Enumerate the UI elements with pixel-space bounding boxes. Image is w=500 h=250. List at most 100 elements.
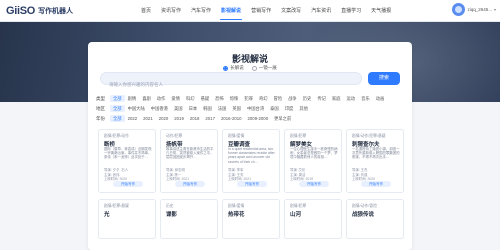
filter-option[interactable]: 全部: [110, 115, 125, 122]
filter-option[interactable]: 中国大陆: [125, 105, 148, 112]
card-title: 谍影: [166, 212, 178, 218]
start-writing-button[interactable]: 开始写作: [299, 180, 329, 187]
filter-option[interactable]: 日本: [186, 105, 201, 112]
filter-option[interactable]: 韩国: [200, 105, 215, 112]
filter-option[interactable]: 2009-2000: [245, 115, 272, 122]
mode-option-0[interactable]: 长解说: [223, 65, 244, 71]
movie-card[interactable]: 剧情/爱情热带花: [222, 199, 280, 239]
radio-icon[interactable]: [223, 65, 229, 71]
movie-card[interactable]: 剧情/动作/冒险 战狼传说: [346, 199, 404, 239]
filter-option[interactable]: 2017: [202, 115, 218, 122]
filter-option[interactable]: 恐怖: [212, 95, 227, 102]
card-genre: 剧情/犯罪/悬疑: [104, 204, 129, 208]
nav-item-6[interactable]: 汽车资讯: [306, 0, 336, 22]
nav-item-5[interactable]: 文案改写: [276, 0, 306, 22]
card-title: 热带花: [228, 212, 245, 218]
filter-option[interactable]: 中国台湾: [244, 105, 267, 112]
filter-option[interactable]: 2020: [156, 115, 172, 122]
start-writing-button[interactable]: 开始写作: [175, 180, 205, 187]
filter-option[interactable]: 战争: [285, 95, 300, 102]
start-writing-button[interactable]: 开始写作: [113, 180, 143, 187]
movie-card[interactable]: 剧情/犯罪/悬疑光: [98, 199, 156, 239]
user-name[interactable]: ziqq_2645...: [467, 7, 492, 12]
card-description: In a quiet residential area, two former …: [228, 147, 275, 164]
filter-option[interactable]: 更早之前: [271, 115, 294, 122]
filter-option[interactable]: 犯罪: [241, 95, 256, 102]
card-genre: 动作/犯罪: [166, 134, 183, 138]
filter-option[interactable]: 其他: [296, 105, 311, 112]
filter-option[interactable]: 印度: [282, 105, 297, 112]
card-genre: 剧情/犯罪/动作: [104, 134, 129, 138]
mode-selector: 长解说 一镜一展: [88, 65, 412, 71]
card-genre: 剧情/爱情: [228, 134, 245, 138]
logo[interactable]: GiiSO 写作机器人: [6, 4, 73, 18]
filter-option[interactable]: 2018: [187, 115, 203, 122]
mode-label: 一镜一展: [258, 65, 277, 70]
search-button[interactable]: 搜索: [368, 72, 400, 85]
filter-option[interactable]: 动作: [154, 95, 169, 102]
filter-option[interactable]: 喜剧: [139, 95, 154, 102]
logo-text: 写作机器人: [38, 8, 74, 15]
filter-option[interactable]: 爱情: [168, 95, 183, 102]
filter-option[interactable]: 2016-2010: [218, 115, 245, 122]
filter-option[interactable]: 科幻: [183, 95, 198, 102]
chevron-down-icon[interactable]: ▾: [494, 7, 496, 12]
filter-option[interactable]: 音乐: [358, 95, 373, 102]
user-menu[interactable]: ziqq_2645... ▾: [452, 3, 496, 16]
movie-card[interactable]: 剧情/动作/犯罪/悬疑 刺猬查尔夫 一名退役特工隐居小镇，却因一次意外重新卷入跨国犯…: [346, 129, 404, 193]
movie-card[interactable]: 剧情/犯罪/动作 断桥 国际（徽章、林嘉成）近期发现一宗离奇凶案，事件并不简单。张伟…: [98, 129, 156, 193]
filter-option[interactable]: 英国: [229, 105, 244, 112]
filter-option[interactable]: 冒险: [271, 95, 286, 102]
movie-card[interactable]: 剧情/犯罪 山河: [284, 199, 342, 239]
nav-item-0[interactable]: 首页: [136, 0, 156, 22]
nav-item-2[interactable]: 汽车写作: [186, 0, 216, 22]
filter-row-1: 地区 全部 中国大陆 中国香港 美国 日本 韩国 法国 英国 中国台湾 泰国 印度 其他: [96, 104, 311, 113]
start-writing-button[interactable]: 开始写作: [361, 180, 391, 187]
card-genre: 剧情/爱情: [228, 204, 245, 208]
filter-option[interactable]: 泰国: [267, 105, 282, 112]
filter-option[interactable]: 传记: [314, 95, 329, 102]
filter-option[interactable]: 剧情: [125, 95, 140, 102]
start-writing-button[interactable]: 开始写作: [237, 180, 267, 187]
filter-option[interactable]: 美国: [171, 105, 186, 112]
nav-item-4[interactable]: 营销写作: [246, 0, 276, 22]
filter-option[interactable]: 动画: [373, 95, 388, 102]
filter-option[interactable]: 惊悚: [227, 95, 242, 102]
top-navbar: GiiSO 写作机器人 首页 资讯写作 汽车写作 影视解说 营销写作 文案改写 汽车资讯 直播…: [0, 0, 500, 22]
logo-mark: GiiSO: [6, 5, 36, 17]
filter-option[interactable]: 中国香港: [148, 105, 171, 112]
main-nav: 首页 资讯写作 汽车写作 影视解说 营销写作 文案改写 汽车资讯 直播学习 天气播报: [136, 0, 396, 22]
filter-option[interactable]: 全部: [110, 105, 125, 112]
filter-option[interactable]: 运动: [344, 95, 359, 102]
filter-option[interactable]: 全部: [110, 95, 125, 102]
card-genre: 剧情/犯罪: [290, 134, 307, 138]
nav-item-8[interactable]: 天气播报: [366, 0, 396, 22]
filter-option[interactable]: 历史: [300, 95, 315, 102]
nav-item-3[interactable]: 影视解说: [216, 0, 246, 22]
filter-option[interactable]: 悬疑: [198, 95, 213, 102]
filter-option[interactable]: 2019: [171, 115, 187, 122]
filter-option[interactable]: 奇幻: [256, 95, 271, 102]
movie-card[interactable]: 历史 谍影: [160, 199, 218, 239]
card-description: 一名退役特工隐居小镇，却因一次意外重新卷入跨国犯罪集团的阴谋，不得不再次出手…: [352, 147, 400, 160]
filter-row-0: 类型 全部 剧情 喜剧 动作 爱情 科幻 悬疑 恐怖 惊悚 犯罪 奇幻 冒险 战争 历史 传记 家庭 运动 音乐 动画: [96, 94, 387, 103]
card-title: 光: [104, 212, 110, 218]
search-box[interactable]: [100, 72, 362, 90]
nav-item-1[interactable]: 资讯写作: [156, 0, 186, 22]
radio-icon[interactable]: [251, 65, 257, 71]
mode-option-1[interactable]: 一镜一展: [251, 65, 277, 71]
nav-item-7[interactable]: 直播学习: [336, 0, 366, 22]
card-title: 山河: [290, 212, 302, 218]
search-input[interactable]: [101, 79, 361, 90]
page-title: 影视解说: [231, 54, 268, 64]
movie-card[interactable]: 剧情/犯罪 解梦美女 一位心理医生接手一桩奇怪的病例，女患者总是做同一个梦，梦境中隐…: [284, 129, 342, 193]
filter-option[interactable]: 家庭: [329, 95, 344, 102]
movie-card[interactable]: 动作/犯罪 扬帆带 故事讲述主角在新港市生活的平凡日常，突然被卷入案件之中，层层谜团…: [160, 129, 218, 193]
filter-option[interactable]: 法国: [215, 105, 230, 112]
card-genre: 历史: [166, 204, 174, 208]
mode-label: 长解说: [230, 65, 244, 70]
user-avatar[interactable]: [452, 3, 466, 16]
movie-card[interactable]: 剧情/爱情 豆瓣调查 In a quiet residential area, tw…: [222, 129, 280, 193]
filter-option[interactable]: 2022: [125, 115, 141, 122]
filter-option[interactable]: 2021: [140, 115, 156, 122]
